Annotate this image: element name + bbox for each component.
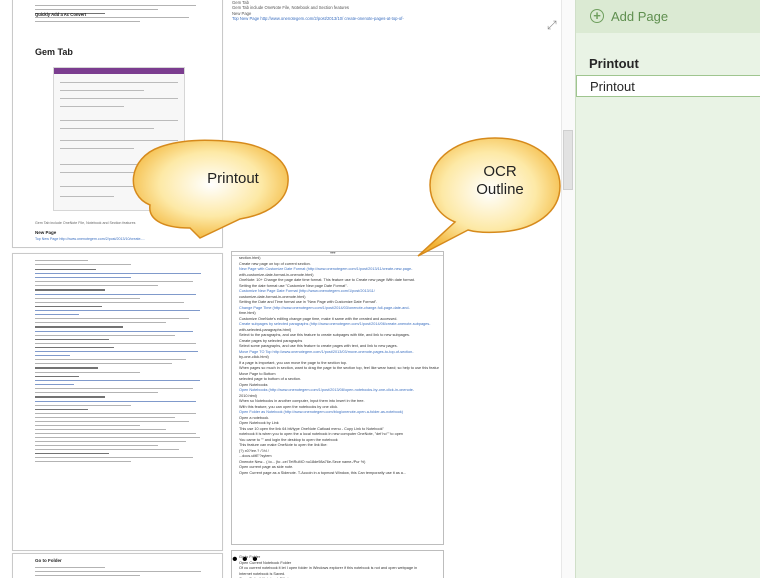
ocr-line: Open Notebooks (http://www.onenotegem.co…	[239, 388, 415, 392]
printout-text-lines	[35, 260, 210, 465]
expand-icon[interactable]: ⤢	[547, 19, 559, 31]
ocr-callout-line: OCR	[483, 163, 517, 180]
printout-subheading: Quickly Add a Ac Convert	[35, 12, 87, 17]
ocr-line: Create subpages by selected paragraphs (…	[239, 322, 431, 326]
printout-text-lines	[35, 567, 210, 578]
page-tab-printout[interactable]: Printout	[576, 53, 760, 75]
ocr-line: Of cu current notebook it let I open fol…	[239, 566, 418, 570]
ocr-line: Move Page TO Top http://www.onenotegem.c…	[239, 349, 414, 354]
plus-circle-icon: +	[590, 9, 604, 23]
printout-new-page-link[interactable]: Top New Page http://www.onenotegem.com/2…	[35, 237, 212, 242]
top-text-block: Gem Tab Gem Tab include OneNote File, No…	[232, 0, 552, 30]
page-list-pane: + Add Page Printout Printout	[575, 0, 760, 578]
ocr-line: Change Page Time (http://www.onenotegem.…	[239, 305, 410, 310]
ocr-callout-line: Outline	[476, 181, 524, 198]
ocr-callout-balloon	[417, 137, 561, 257]
top-text-line: Top New Page http://www.onenotegem.com/2…	[232, 16, 404, 22]
printout-page-2[interactable]	[12, 253, 223, 551]
printout-page-1[interactable]: Quickly Add a Ac Convert Gem Tab Gem Tab…	[12, 0, 223, 248]
ocr-outline-container-2[interactable]: • • • Go to Folder Open Current Notebook …	[231, 550, 444, 578]
vertical-scrollbar[interactable]	[561, 0, 575, 578]
printout-go-to-folder-heading: Go to Folder	[35, 558, 62, 563]
ocr-line: Select to the paragraphs, and use this f…	[239, 333, 410, 337]
ocr-outline-text[interactable]: Go to Folder Open Current Notebook Folder…	[239, 555, 439, 578]
note-canvas[interactable]: Gem Tab Gem Tab include OneNote File, No…	[0, 0, 575, 578]
ocr-line: Open Current page as a Sidenote. T-Accoi…	[239, 470, 407, 475]
printout-gem-tab-heading: Gem Tab	[35, 47, 73, 57]
printout-screenshot-figure	[53, 67, 185, 211]
ocr-line: When pages so much in section, want to d…	[239, 366, 439, 370]
add-page-button[interactable]: + Add Page	[576, 0, 760, 33]
add-page-label: Add Page	[611, 9, 669, 24]
printout-page-3[interactable]: Go to Folder	[12, 553, 223, 578]
printout-figure-caption: Gem Tab include OneNote File, Notebook a…	[35, 221, 136, 225]
ocr-line: OneNote: 10+ Change the page date time f…	[239, 278, 415, 282]
printout-new-page-heading: New Page	[35, 230, 57, 235]
page-tab-printout-selected[interactable]: Printout	[576, 75, 760, 97]
scrollbar-thumb[interactable]	[563, 130, 573, 190]
ocr-callout-label: OCR Outline	[470, 163, 530, 199]
ocr-outline-container[interactable]: • • • section.html) Create new page on to…	[231, 251, 444, 545]
ocr-line: New Page with Customize Date Format (htt…	[239, 267, 413, 271]
ocr-outline-text[interactable]: section.html) Create new page on top of c…	[239, 256, 439, 476]
